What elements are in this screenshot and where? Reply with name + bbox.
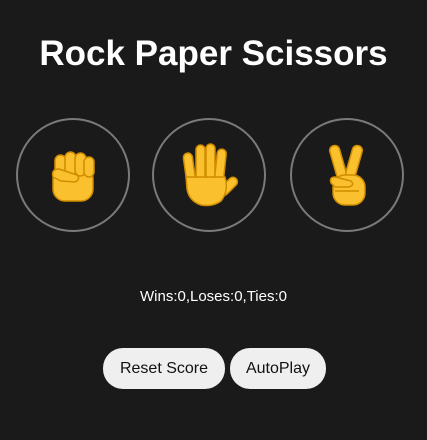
- rock-button[interactable]: [16, 118, 130, 232]
- paper-button[interactable]: [152, 118, 266, 232]
- raised-hand-icon: [182, 143, 239, 207]
- victory-hand-icon: [328, 144, 366, 206]
- reset-score-button[interactable]: Reset Score: [103, 348, 225, 389]
- page-title: Rock Paper Scissors: [39, 34, 388, 73]
- score-display: Wins:0,Loses:0,Ties:0: [139, 288, 287, 305]
- raised-fist-icon: [51, 151, 95, 202]
- scissors-button[interactable]: [290, 118, 404, 232]
- autoplay-button[interactable]: AutoPlay: [230, 348, 326, 389]
